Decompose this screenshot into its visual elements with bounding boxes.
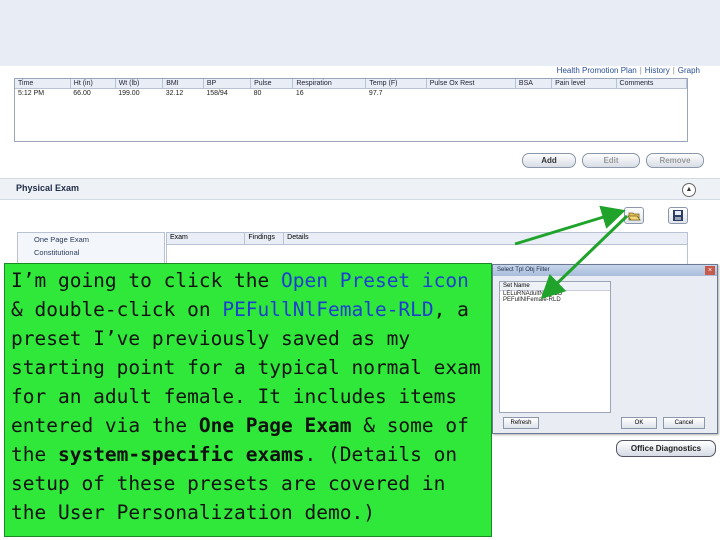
open-preset-button[interactable] xyxy=(624,207,644,224)
col-header-exam[interactable]: Exam xyxy=(167,233,246,244)
callout-text-part: & double-click on xyxy=(11,298,223,321)
vitals-grid: Time Ht (in) Wt (lb) BMI BP Pulse Respir… xyxy=(14,78,688,142)
top-links: Health Promotion Plan | History | Graph xyxy=(557,66,700,75)
dialog-title: Select Tpl Obj Filter xyxy=(493,265,717,276)
cell: 5:12 PM xyxy=(18,90,45,97)
col-header[interactable]: BMI xyxy=(162,79,204,89)
tree-item-one-page-exam[interactable]: One Page Exam xyxy=(18,233,164,246)
col-header[interactable]: Pulse xyxy=(250,79,294,89)
list-item[interactable]: PEFullNIFemale-RLD xyxy=(500,297,610,303)
remove-button[interactable]: Remove xyxy=(646,153,704,168)
callout-highlight: Open Preset icon xyxy=(281,269,469,292)
link-separator: | xyxy=(639,66,642,75)
graph-link[interactable]: Graph xyxy=(678,66,700,75)
physical-exam-header: Physical Exam ▲ xyxy=(0,178,720,200)
header-band xyxy=(0,0,720,66)
callout-bold: One Page Exam xyxy=(198,414,352,437)
callout-text-part: I’m going to click the xyxy=(11,269,282,292)
add-button[interactable]: Add xyxy=(522,153,576,168)
col-header[interactable]: Pain level xyxy=(551,79,617,89)
cell: 32.12 xyxy=(165,90,184,97)
cell: 66.00 xyxy=(73,90,91,97)
preset-filter-dialog: Select Tpl Obj Filter × Set Name LELuRNA… xyxy=(492,264,718,434)
cell: 158/94 xyxy=(206,90,228,97)
cell xyxy=(616,89,686,99)
col-header[interactable]: Temp (F) xyxy=(365,79,427,89)
cell: 199.00 xyxy=(118,90,140,97)
link-separator: | xyxy=(672,66,675,75)
cell xyxy=(552,89,616,99)
physical-exam-title: Physical Exam xyxy=(16,183,80,193)
refresh-button[interactable]: Refresh xyxy=(503,417,539,429)
cell xyxy=(426,89,515,99)
cell xyxy=(515,89,551,99)
callout-text: I’m going to click the Open Preset icon … xyxy=(11,266,485,527)
history-link[interactable]: History xyxy=(645,66,670,75)
instruction-callout: I’m going to click the Open Preset icon … xyxy=(4,263,492,537)
office-diagnostics-button[interactable]: Office Diagnostics xyxy=(616,440,716,457)
ok-button[interactable]: OK xyxy=(621,417,657,429)
col-header[interactable]: BSA xyxy=(515,79,553,89)
cell: 97.7 xyxy=(368,90,383,97)
save-icon xyxy=(673,210,683,221)
preset-list: Set Name LELuRNAdultNIFiRLD PEFullNIFema… xyxy=(499,281,611,413)
tree-item-constitutional[interactable]: Constitutional xyxy=(18,246,164,259)
cancel-button[interactable]: Cancel xyxy=(663,417,705,429)
collapse-icon[interactable]: ▲ xyxy=(682,183,696,197)
col-header[interactable]: BP xyxy=(203,79,252,89)
cell: 80 xyxy=(253,90,262,97)
close-icon[interactable]: × xyxy=(705,266,715,275)
col-header[interactable]: Wt (lb) xyxy=(115,79,164,89)
table-row[interactable]: 5:12 PM 66.00 199.00 32.12 158/94 80 16 … xyxy=(15,89,687,99)
vitals-header-row: Time Ht (in) Wt (lb) BMI BP Pulse Respir… xyxy=(15,79,688,89)
edit-button[interactable]: Edit xyxy=(582,153,640,168)
col-header[interactable]: Pulse Ox Rest xyxy=(426,79,516,89)
col-header-findings[interactable]: Findings xyxy=(245,233,285,244)
exam-grid-header: Exam Findings Details xyxy=(167,233,687,245)
col-header[interactable]: Time xyxy=(15,79,71,89)
col-header[interactable]: Respiration xyxy=(292,79,367,89)
col-header[interactable]: Comments xyxy=(616,79,688,89)
save-preset-button[interactable] xyxy=(668,207,688,224)
callout-bold: system-specific exams xyxy=(57,443,305,466)
cell: 16 xyxy=(295,90,304,97)
list-header: Set Name xyxy=(500,282,610,291)
col-header-details[interactable]: Details xyxy=(284,233,687,244)
health-promotion-plan-link[interactable]: Health Promotion Plan xyxy=(557,66,637,75)
callout-highlight: PEFullNlFemale-RLD xyxy=(222,298,434,321)
open-preset-icon xyxy=(627,212,641,221)
col-header[interactable]: Ht (in) xyxy=(70,79,116,89)
